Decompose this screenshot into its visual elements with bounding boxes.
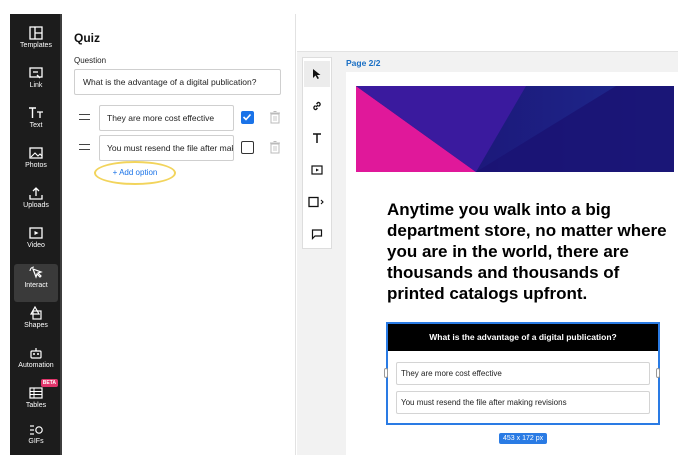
sidebar-item-uploads[interactable]: Uploads <box>14 184 58 222</box>
correct-answer-checkbox[interactable] <box>241 141 254 154</box>
sidebar-item-tables[interactable]: BETA Tables <box>14 379 58 422</box>
photos-icon <box>29 147 43 159</box>
uploads-icon <box>29 187 43 200</box>
canvas-page[interactable]: Anytime you walk into a big department s… <box>346 72 678 455</box>
beta-badge: BETA <box>40 379 58 387</box>
shape-tool[interactable] <box>304 189 330 215</box>
sidebar-item-automation[interactable]: Automation <box>14 344 58 382</box>
drag-handle-icon[interactable] <box>79 114 90 120</box>
question-label: Question <box>74 56 107 65</box>
sidebar-item-label: Uploads <box>23 202 49 209</box>
trash-icon[interactable] <box>269 110 281 124</box>
page-headline[interactable]: Anytime you walk into a big department s… <box>387 199 672 304</box>
quiz-panel: Quiz Question What is the advantage of a… <box>62 14 296 455</box>
quiz-widget-question: What is the advantage of a digital publi… <box>388 324 658 351</box>
select-tool[interactable] <box>304 61 330 87</box>
cursor-icon <box>313 69 321 79</box>
sidebar-item-label: Text <box>29 122 43 129</box>
video-tool[interactable] <box>304 157 330 183</box>
sidebar-item-photos[interactable]: Photos <box>14 144 58 182</box>
page-indicator: Page 2/2 <box>346 58 381 68</box>
text-icon <box>29 107 43 118</box>
link-tool[interactable] <box>304 93 330 119</box>
trash-icon[interactable] <box>269 140 281 154</box>
shapes-icon <box>29 306 42 320</box>
app-window: Templates Link Text Photos Uploads Video… <box>10 14 678 455</box>
square-icon <box>308 196 324 208</box>
quiz-widget-option[interactable]: You must resend the file after making re… <box>396 391 650 414</box>
comment-tool[interactable] <box>304 221 330 247</box>
video-icon <box>29 227 43 239</box>
quiz-option-row: They are more cost effective <box>74 105 284 131</box>
sidebar-item-label: GIFs <box>28 438 44 445</box>
sidebar-item-label: Photos <box>25 162 47 169</box>
left-sidebar: Templates Link Text Photos Uploads Video… <box>10 14 62 455</box>
text-tool[interactable] <box>304 125 330 151</box>
option-input[interactable]: You must resend the file after making re… <box>99 135 234 161</box>
sidebar-item-shapes[interactable]: Shapes <box>14 304 58 342</box>
sidebar-item-video[interactable]: Video <box>14 224 58 262</box>
interact-icon <box>29 266 43 279</box>
quiz-widget[interactable]: What is the advantage of a digital publi… <box>384 322 660 425</box>
canvas-toolbar <box>302 57 332 249</box>
sidebar-item-label: Interact <box>24 282 48 289</box>
sidebar-item-interact[interactable]: Interact <box>14 264 58 302</box>
text-icon <box>313 133 321 143</box>
quiz-panel-title: Quiz <box>74 31 100 45</box>
sidebar-item-label: Shapes <box>24 322 48 329</box>
link-icon <box>313 101 321 111</box>
correct-answer-checkbox[interactable] <box>241 111 254 124</box>
sidebar-item-link[interactable]: Link <box>14 64 58 102</box>
sidebar-item-text[interactable]: Text <box>14 104 58 142</box>
video-icon <box>311 165 323 175</box>
drag-handle-icon[interactable] <box>79 144 90 150</box>
quiz-widget-option[interactable]: They are more cost effective <box>396 362 650 385</box>
sidebar-item-label: Tables <box>25 402 47 409</box>
sidebar-item-gifs[interactable]: GIFs <box>14 422 58 460</box>
quiz-option-row: You must resend the file after making re… <box>74 135 284 161</box>
templates-icon <box>29 26 43 40</box>
resize-handle-left[interactable] <box>384 368 388 378</box>
automation-icon <box>30 348 42 359</box>
question-input[interactable]: What is the advantage of a digital publi… <box>74 69 281 95</box>
tables-icon <box>29 387 43 399</box>
option-input[interactable]: They are more cost effective <box>99 105 234 131</box>
comment-icon <box>311 229 323 240</box>
sidebar-item-label: Templates <box>20 42 52 49</box>
sidebar-item-label: Video <box>27 242 45 249</box>
banner-graphic <box>356 86 674 172</box>
link-icon <box>29 67 43 79</box>
add-option-button[interactable]: + Add option <box>94 161 176 185</box>
gifs-icon <box>30 425 43 435</box>
size-label: 453 x 172 px <box>499 433 548 444</box>
sidebar-item-templates[interactable]: Templates <box>14 24 58 62</box>
sidebar-item-label: Automation <box>18 362 54 369</box>
resize-handle-right[interactable] <box>656 368 660 378</box>
sidebar-item-label: Link <box>29 82 43 89</box>
canvas-top-bar <box>297 14 678 52</box>
